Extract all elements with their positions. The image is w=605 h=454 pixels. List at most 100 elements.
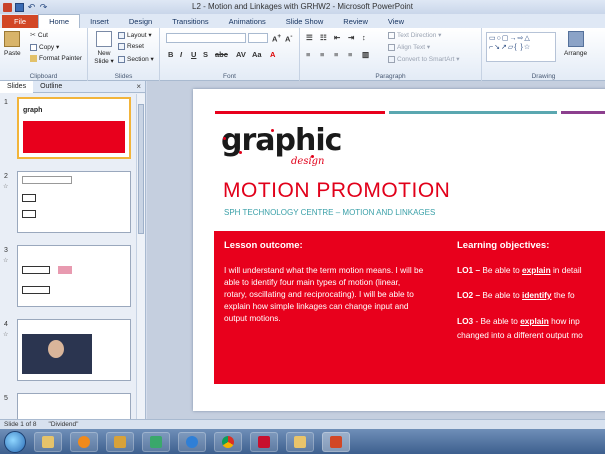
text-direction-button[interactable]: Text Direction ▾ [388,31,441,39]
tab-insert[interactable]: Insert [80,15,119,28]
slide-number: 1 [4,99,8,106]
objective-lo1: LO1 – Be able to explain in detail [457,265,582,275]
internet-explorer-taskbar-icon[interactable] [178,431,206,452]
lesson-outcome-heading: Lesson outcome: [224,240,303,251]
font-size-combo[interactable] [248,33,268,43]
logo-splat [311,155,314,158]
smartart-icon [388,55,395,63]
start-button-icon[interactable] [4,430,26,453]
tab-design[interactable]: Design [119,15,162,28]
media-player-2-taskbar-icon[interactable] [106,431,134,452]
layout-icon [118,31,125,39]
copy-icon [30,43,37,51]
slide-thumbnail[interactable]: graph [17,97,131,159]
columns-icon[interactable]: ▥ [362,50,369,59]
ribbon: Paste ✂ Cut Copy ▾ Format Painter Clipbo… [0,28,605,81]
thumbnail-scrollbar[interactable] [136,94,145,419]
paragraph-label: Paragraph [375,73,406,80]
tab-file[interactable]: File [2,15,39,28]
slide-number: 4 [4,321,8,328]
powerpoint-active-taskbar-icon[interactable] [322,431,350,452]
arrange-button[interactable]: Arrange [564,31,587,57]
tab-animations[interactable]: Animations [219,15,276,28]
align-right-icon[interactable]: ≡ [334,50,338,59]
slide-count: Slide 1 of 8 [4,421,37,428]
reset-icon [118,43,125,50]
char-spacing-icon[interactable]: AV [236,50,246,59]
increase-indent-icon[interactable]: ⇥ [348,33,354,42]
format-painter-button[interactable]: Format Painter [30,55,82,62]
shadow-icon[interactable]: S [203,50,208,59]
slide-number: 5 [4,395,8,402]
strikethrough-icon[interactable]: abc [215,50,228,59]
scrollbar-thumb[interactable] [138,104,144,234]
lesson-content-box[interactable]: Lesson outcome: I will understand what t… [214,231,605,384]
tab-home[interactable]: Home [38,14,81,28]
tab-slides[interactable]: Slides [0,80,34,93]
bullets-icon[interactable]: ☰ [306,33,313,42]
shapes-gallery[interactable]: ▭○▢→⇨△ ⌐↘↗▱{ }☆ [486,32,556,62]
italic-icon[interactable]: I [180,50,182,59]
grow-font-icon[interactable]: A+ [272,33,281,44]
align-center-icon[interactable]: ≡ [320,50,324,59]
tab-transitions[interactable]: Transitions [162,15,218,28]
tab-outline[interactable]: Outline [33,81,69,93]
close-icon[interactable]: × [136,82,141,91]
slide-thumbnail[interactable] [17,245,131,307]
align-left-icon[interactable]: ≡ [306,50,310,59]
layout-button[interactable]: Layout ▾ [118,31,152,39]
reset-button[interactable]: Reset [118,43,144,50]
slide-thumbnail[interactable] [17,319,131,381]
slide-editor: graphic design MOTION PROMOTION SPH TECH… [147,81,605,419]
slide-title[interactable]: MOTION PROMOTION [223,179,450,203]
font-name-combo[interactable] [166,33,246,43]
text-direction-icon [388,31,395,39]
slide-thumbnail-row[interactable]: 1 graph [0,95,140,159]
objective-lo3-continued: changed into a different output mo [457,330,583,340]
slide-thumbnail-row[interactable]: 4 ☆ [0,317,140,381]
slides-label: Slides [114,73,133,80]
folder-taskbar-icon[interactable] [286,431,314,452]
learning-objectives-heading: Learning objectives: [457,240,550,251]
paste-button[interactable]: Paste [4,31,21,57]
align-text-icon [388,43,395,51]
line-spacing-icon[interactable]: ↕ [362,33,366,42]
slide-canvas[interactable]: graphic design MOTION PROMOTION SPH TECH… [193,89,605,411]
slide-thumbnail-row[interactable]: 3 ☆ [0,243,140,307]
chrome-taskbar-icon[interactable] [214,431,242,452]
section-button[interactable]: Section ▾ [118,55,154,63]
cut-button[interactable]: ✂ Cut [30,31,48,40]
purple-accent-bar [561,111,605,114]
slide-thumbnail[interactable] [17,171,131,233]
red-accent-bar [215,111,385,114]
slides-group: New Slide ▾ Layout ▾ Reset Section ▾ Sli… [88,28,160,81]
title-bar: ↶ ↷ L2 - Motion and Linkages with GRHW2 … [0,0,605,14]
tab-review[interactable]: Review [333,15,378,28]
convert-smartart-button[interactable]: Convert to SmartArt ▾ [388,55,460,63]
explorer-taskbar-icon[interactable] [34,431,62,452]
underline-icon[interactable]: U [191,50,196,59]
slide-number: 3 [4,247,8,254]
format-painter-icon [30,55,37,62]
justify-icon[interactable]: ≡ [348,50,352,59]
arrange-icon [567,31,584,47]
change-case-icon[interactable]: Aa [252,50,262,59]
tab-slide-show[interactable]: Slide Show [276,15,334,28]
slide-thumbnail-row[interactable]: 2 ☆ [0,169,140,233]
logo-splat [239,151,242,154]
copy-button[interactable]: Copy ▾ [30,43,59,51]
shrink-font-icon[interactable]: A- [285,33,293,44]
slides-pane: Slides Outline × 1 graph 2 ☆ 3 ☆ 4 ☆ 5 [0,80,146,454]
numbering-icon[interactable]: ☷ [320,33,327,42]
decrease-indent-icon[interactable]: ⇤ [334,33,340,42]
tab-view[interactable]: View [378,15,414,28]
adobe-reader-taskbar-icon[interactable] [250,431,278,452]
slide-subtitle[interactable]: SPH TECHNOLOGY CENTRE – MOTION AND LINKA… [224,208,435,217]
align-text-button[interactable]: Align Text ▾ [388,43,430,51]
powerpoint-taskbar-icon[interactable] [142,431,170,452]
font-color-icon[interactable]: A [270,50,275,59]
media-player-taskbar-icon[interactable] [70,431,98,452]
bold-icon[interactable]: B [168,50,173,59]
new-slide-button[interactable]: New Slide ▾ [92,31,116,65]
paste-icon [4,31,21,47]
